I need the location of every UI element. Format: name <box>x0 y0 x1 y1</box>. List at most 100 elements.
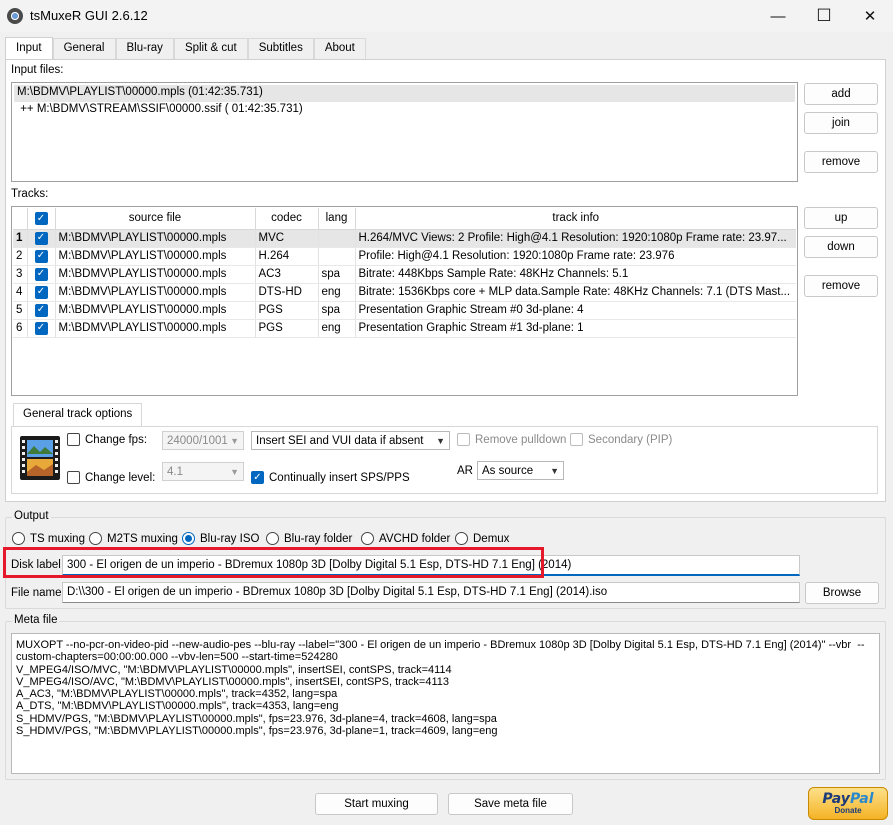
table-row[interactable]: 1 ✓ M:\BDMV\PLAYLIST\00000.mpls MVC H.26… <box>13 229 796 248</box>
track-checkbox[interactable]: ✓ <box>34 231 48 245</box>
track-checkbox[interactable]: ✓ <box>34 285 48 299</box>
tab-blu-ray[interactable]: Blu-ray <box>115 38 174 59</box>
paypal-logo-pal: Pal <box>849 791 874 807</box>
radio-avchd-folder[interactable] <box>361 532 374 545</box>
select-all-header[interactable]: ✓ <box>27 208 56 230</box>
ar-select[interactable]: As source ▼ <box>477 461 564 480</box>
chevron-down-icon: ▼ <box>550 465 559 476</box>
source-file-cell: M:\BDMV\PLAYLIST\00000.mpls <box>55 265 256 284</box>
codec-header[interactable]: codec <box>255 208 319 230</box>
input-file-subitem[interactable]: ++ M:\BDMV\STREAM\SSIF\00000.ssif ( 01:4… <box>14 102 795 119</box>
chevron-down-icon: ▼ <box>436 435 445 446</box>
radio-demux[interactable] <box>455 532 468 545</box>
tab-input[interactable]: Input <box>5 37 53 60</box>
remove-pulldown-row[interactable]: Remove pulldown <box>457 433 566 446</box>
secondary-pip-label: Secondary (PIP) <box>588 433 673 446</box>
track-info-cell: H.264/MVC Views: 2 Profile: High@4.1 Res… <box>355 229 796 248</box>
track-checkbox[interactable]: ✓ <box>34 249 48 263</box>
source-file-cell: M:\BDMV\PLAYLIST\00000.mpls <box>55 319 256 338</box>
lang-header[interactable]: lang <box>318 208 356 230</box>
secondary-pip-checkbox[interactable] <box>570 433 583 446</box>
secondary-pip-row[interactable]: Secondary (PIP) <box>570 433 672 446</box>
track-info-cell: Presentation Graphic Stream #1 3d-plane:… <box>355 319 796 338</box>
continually-insert-checkbox[interactable]: ✓ <box>251 471 264 484</box>
tab-general[interactable]: General <box>52 38 116 59</box>
output-label: Output <box>12 510 51 522</box>
mode-label: AVCHD folder <box>379 532 451 545</box>
mode-label: Blu-ray ISO <box>200 532 260 545</box>
mode-demux[interactable]: Demux <box>455 532 509 545</box>
tab-subtitles[interactable]: Subtitles <box>247 38 314 59</box>
sei-select[interactable]: Insert SEI and VUI data if absent ▼ <box>251 431 450 450</box>
mode-blu-ray-iso[interactable]: Blu-ray ISO <box>182 532 259 545</box>
start-muxing-button[interactable]: Start muxing <box>315 793 438 815</box>
change-level-label: Change level: <box>85 471 156 484</box>
file-name-label: File name <box>11 587 62 599</box>
input-file-item[interactable]: M:\BDMV\PLAYLIST\00000.mpls (01:42:35.73… <box>14 85 795 102</box>
maximize-button[interactable]: ☐ <box>801 0 847 32</box>
source-file-header[interactable]: source file <box>55 208 256 230</box>
tab-about[interactable]: About <box>313 38 366 59</box>
mode-m2ts-muxing[interactable]: M2TS muxing <box>89 532 178 545</box>
codec-cell: PGS <box>255 301 319 320</box>
change-level-checkbox[interactable] <box>67 471 80 484</box>
radio-blu-ray-iso[interactable] <box>182 532 195 545</box>
level-value: 4.1 <box>167 465 183 478</box>
join-button[interactable]: join <box>804 112 878 134</box>
change-level-checkbox-row[interactable]: Change level: <box>67 471 155 484</box>
tab-split-cut[interactable]: Split & cut <box>173 38 248 59</box>
row-num: 1 <box>13 229 28 248</box>
tracks-table[interactable]: ✓ source file codec lang track info 1 ✓ … <box>13 208 796 338</box>
close-button[interactable]: ✕ <box>847 0 893 32</box>
mode-blu-ray-folder[interactable]: Blu-ray folder <box>266 532 352 545</box>
track-checkbox[interactable]: ✓ <box>34 267 48 281</box>
lang-cell: spa <box>318 265 356 284</box>
up-button[interactable]: up <box>804 207 878 229</box>
lang-cell: spa <box>318 301 356 320</box>
table-row[interactable]: 2 ✓ M:\BDMV\PLAYLIST\00000.mpls H.264 Pr… <box>13 247 796 266</box>
input-files-list[interactable]: M:\BDMV\PLAYLIST\00000.mpls (01:42:35.73… <box>11 82 798 182</box>
mode-label: TS muxing <box>30 532 85 545</box>
track-info-cell: Bitrate: 448Kbps Sample Rate: 48KHz Chan… <box>355 265 796 284</box>
minimize-button[interactable]: — <box>755 0 801 32</box>
track-checkbox[interactable]: ✓ <box>34 303 48 317</box>
select-all-checkbox[interactable]: ✓ <box>34 212 48 225</box>
table-row[interactable]: 5 ✓ M:\BDMV\PLAYLIST\00000.mpls PGS spa … <box>13 301 796 320</box>
meta-file-textarea[interactable]: MUXOPT --no-pcr-on-video-pid --new-audio… <box>11 633 880 774</box>
row-num: 2 <box>13 247 28 266</box>
mode-avchd-folder[interactable]: AVCHD folder <box>361 532 450 545</box>
table-row[interactable]: 4 ✓ M:\BDMV\PLAYLIST\00000.mpls DTS-HD e… <box>13 283 796 302</box>
table-row[interactable]: 3 ✓ M:\BDMV\PLAYLIST\00000.mpls AC3 spa … <box>13 265 796 284</box>
meta-file-label: Meta file <box>12 614 60 626</box>
radio-ts-muxing[interactable] <box>12 532 25 545</box>
track-info-header[interactable]: track info <box>355 208 796 230</box>
change-fps-checkbox-row[interactable]: Change fps: <box>67 433 147 446</box>
film-reel-icon <box>18 434 62 482</box>
table-row[interactable]: 6 ✓ M:\BDMV\PLAYLIST\00000.mpls PGS eng … <box>13 319 796 338</box>
source-file-cell: M:\BDMV\PLAYLIST\00000.mpls <box>55 229 256 248</box>
paypal-donate-button[interactable]: PayPal Donate <box>808 787 888 820</box>
lang-cell <box>318 229 356 248</box>
fps-select[interactable]: 24000/1001 ▼ <box>162 431 244 450</box>
save-meta-file-button[interactable]: Save meta file <box>448 793 573 815</box>
add-button[interactable]: add <box>804 83 878 105</box>
radio-m2ts-muxing[interactable] <box>89 532 102 545</box>
track-checkbox[interactable]: ✓ <box>34 321 48 335</box>
file-name-field[interactable]: D:\\300 - El origen de un imperio - BDre… <box>62 582 800 603</box>
remove-file-button[interactable]: remove <box>804 151 878 173</box>
row-num: 3 <box>13 265 28 284</box>
tab-general-track-options[interactable]: General track options <box>13 403 143 427</box>
down-button[interactable]: down <box>804 236 878 258</box>
radio-blu-ray-folder[interactable] <box>266 532 279 545</box>
change-fps-checkbox[interactable] <box>67 433 80 446</box>
remove-track-button[interactable]: remove <box>804 275 878 297</box>
level-select[interactable]: 4.1 ▼ <box>162 462 244 481</box>
source-file-cell: M:\BDMV\PLAYLIST\00000.mpls <box>55 301 256 320</box>
mode-ts-muxing[interactable]: TS muxing <box>12 532 85 545</box>
continually-insert-row[interactable]: ✓ Continually insert SPS/PPS <box>251 471 410 484</box>
input-files-label: Input files: <box>11 64 64 76</box>
remove-pulldown-checkbox[interactable] <box>457 433 470 446</box>
browse-button[interactable]: Browse <box>805 582 879 604</box>
tracks-label: Tracks: <box>11 188 49 200</box>
codec-cell: DTS-HD <box>255 283 319 302</box>
